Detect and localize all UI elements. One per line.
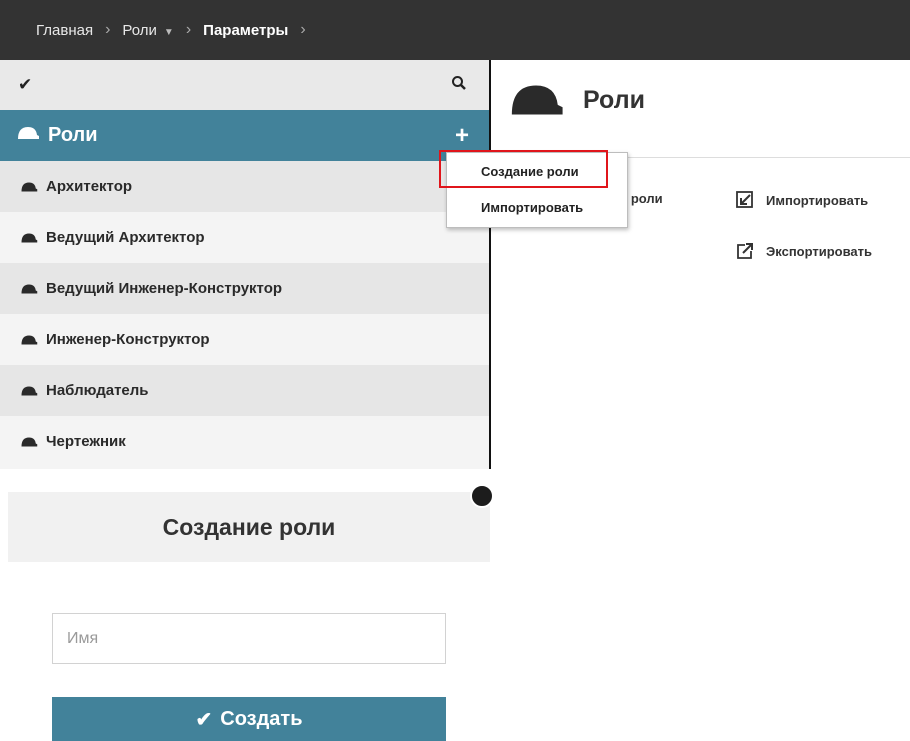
role-label: Ведущий Инженер-Конструктор [46,280,283,297]
helmet-icon [21,437,38,446]
role-list-item[interactable]: Чертежник [0,416,489,467]
breadcrumb: Главная › Роли ▼ › Параметры › [0,0,910,60]
menu-item-create-role[interactable]: Создание роли [447,153,627,189]
roles-header-title: Роли [48,124,98,146]
check-icon: ✔ [195,708,213,731]
chevron-right-icon: › [185,21,192,38]
export-label: Экспортировать [766,243,873,259]
sidebar-toolbar: ✔ [0,60,489,110]
roles-header[interactable]: Роли + [0,110,489,161]
role-label: Инженер-Конструктор [46,331,210,348]
role-label: Архитектор [46,178,133,195]
page-title-text: Роли [583,85,645,114]
breadcrumb-roles[interactable]: Роли ▼ [122,22,173,39]
role-list-item[interactable]: Инженер-Конструктор [0,314,489,365]
helmet-icon [21,182,38,191]
role-label: Ведущий Архитектор [46,229,205,246]
helmet-icon [21,284,38,293]
page-title: Роли [507,80,645,120]
panel-divider [489,60,491,469]
close-icon[interactable] [470,484,494,508]
name-input[interactable] [52,613,446,664]
helmet-icon [511,85,563,115]
import-action[interactable]: Импортировать [736,191,868,209]
create-button[interactable]: ✔ Создать [52,697,446,741]
search-icon[interactable] [451,75,467,96]
helmet-icon [21,335,38,344]
chevron-right-icon: › [105,21,111,38]
add-role-dropdown: Создание роли Импортировать [446,152,628,228]
chevron-right-icon: › [300,21,306,38]
role-list-item[interactable]: Ведущий Архитектор [0,212,489,263]
role-list-item[interactable]: Наблюдатель [0,365,489,416]
menu-item-import[interactable]: Импортировать [447,189,627,225]
breadcrumb-parameters[interactable]: Параметры [203,22,288,39]
export-action[interactable]: Экспортировать [736,242,872,260]
breadcrumb-home[interactable]: Главная [36,22,93,39]
export-icon [737,243,753,259]
add-role-button[interactable]: + [455,122,469,150]
create-button-label: Создать [220,707,303,730]
role-label: Наблюдатель [46,382,149,399]
helmet-icon [21,386,38,395]
role-list-item[interactable]: Ведущий Инженер-Конструктор [0,263,489,314]
check-icon[interactable]: ✔ [18,75,32,95]
helmet-icon [16,124,40,147]
role-label: Чертежник [46,433,126,450]
role-list-item[interactable]: Архитектор [0,161,489,212]
caret-down-icon[interactable]: ▼ [164,27,174,38]
import-label: Импортировать [766,192,869,208]
roles-sidebar: ✔ Роли + Архитектор Ведущий Архитектор В… [0,60,489,469]
breadcrumb-roles-label: Роли [122,21,157,39]
create-role-title: Создание роли [8,492,490,562]
import-icon [736,191,753,208]
helmet-icon [21,233,38,242]
